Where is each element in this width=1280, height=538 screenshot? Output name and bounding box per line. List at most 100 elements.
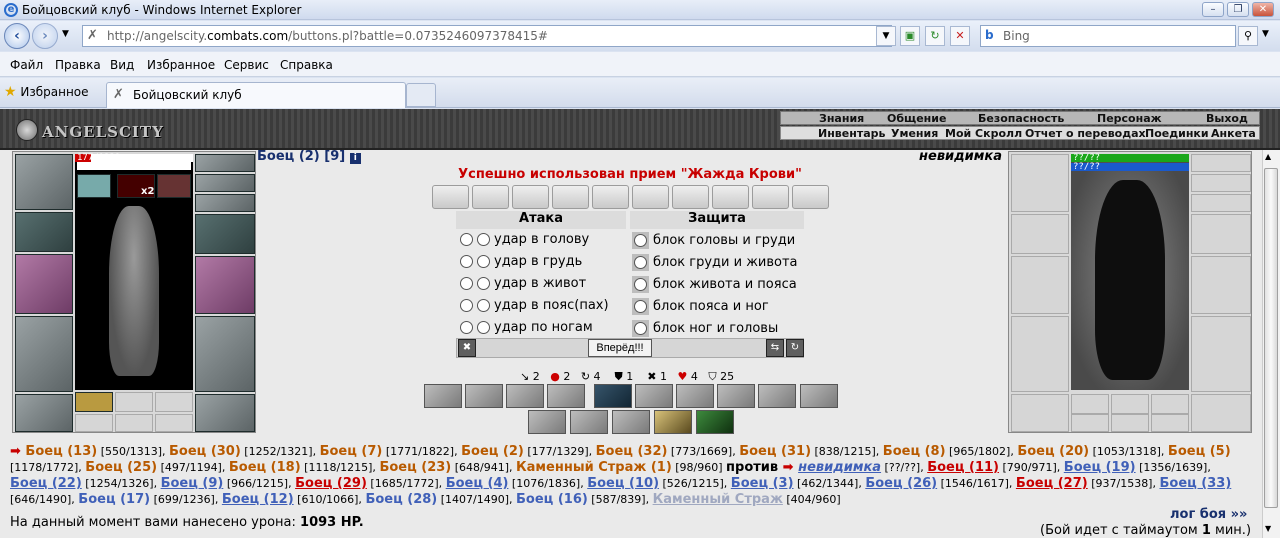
rune-slot-3[interactable] <box>155 414 193 432</box>
nav-transfers[interactable]: Отчет о переводах <box>1025 127 1146 140</box>
technique-11[interactable] <box>528 410 566 434</box>
offhand-slot[interactable] <box>195 256 255 314</box>
technique-14[interactable] <box>654 410 692 434</box>
bracers-slot[interactable] <box>15 212 73 252</box>
rune-slot-2[interactable] <box>115 414 153 432</box>
block-radio[interactable] <box>632 232 649 249</box>
technique-5[interactable] <box>594 384 632 408</box>
fighter-name-team1[interactable]: Боец (13) <box>25 444 97 459</box>
opp-shield-slot[interactable] <box>1191 256 1251 314</box>
fighter-name-team2[interactable]: Боец (28) <box>365 492 437 507</box>
tab-active[interactable]: ✗ Бойцовский клуб <box>106 82 406 108</box>
block-radio[interactable] <box>632 298 649 315</box>
opp-belt-slot[interactable] <box>1011 394 1069 432</box>
opp-rune-slot-3[interactable] <box>1151 414 1189 432</box>
refresh-icon[interactable]: ↻ <box>925 26 945 46</box>
opp-armor-slot[interactable] <box>1011 316 1069 392</box>
nav-inventory[interactable]: Инвентарь <box>818 127 885 140</box>
technique-2[interactable] <box>465 384 503 408</box>
scroll-slot-4[interactable] <box>552 185 589 209</box>
scroll-slot-10[interactable] <box>792 185 829 209</box>
nav-fights[interactable]: Поединки <box>1145 127 1209 140</box>
scroll-slot-9[interactable] <box>752 185 789 209</box>
ring-slot-3[interactable] <box>155 392 193 412</box>
forward-button-go[interactable]: Вперёд!!! <box>588 339 652 357</box>
fighter-name-opponent[interactable]: невидимка <box>798 460 881 475</box>
block-row-3[interactable]: блок живота и пояса <box>632 276 797 298</box>
scroll-slot-6[interactable] <box>632 185 669 209</box>
history-dropdown-icon[interactable]: ▼ <box>62 29 69 39</box>
attack-radio-b[interactable] <box>477 299 490 312</box>
new-tab-button[interactable] <box>406 83 436 107</box>
technique-8[interactable] <box>717 384 755 408</box>
attack-row-belly[interactable]: удар в живот <box>460 276 586 298</box>
buff-potion-icon[interactable] <box>157 174 191 198</box>
menu-favorites[interactable]: Избранное <box>147 58 215 72</box>
battle-log-link[interactable]: лог боя »» <box>1170 507 1247 522</box>
opp-rune-slot-1[interactable] <box>1071 414 1109 432</box>
menu-tools[interactable]: Сервис <box>224 58 269 72</box>
scroll-up-icon[interactable]: ▲ <box>1265 152 1271 161</box>
technique-6[interactable] <box>635 384 673 408</box>
attack-row-head[interactable]: удар в голову <box>460 232 589 254</box>
fighter-name-team2[interactable]: Боец (22) <box>10 476 82 491</box>
attack-radio-b[interactable] <box>477 255 490 268</box>
buff-cat-icon[interactable] <box>77 174 111 198</box>
attack-radio-a[interactable] <box>460 255 473 268</box>
fighter-name-team1[interactable]: Боец (7) <box>320 444 383 459</box>
refresh-battle-icon[interactable]: ↻ <box>786 339 804 357</box>
switch-opponent-icon[interactable]: ⇆ <box>766 339 784 357</box>
search-input[interactable]: b Bing <box>980 25 1236 47</box>
attack-radio-a[interactable] <box>460 233 473 246</box>
nav-character[interactable]: Персонаж <box>1097 112 1162 125</box>
scrollbar-thumb[interactable] <box>1264 168 1278 508</box>
block-row-1[interactable]: блок головы и груди <box>632 232 795 254</box>
menu-file[interactable]: Файл <box>10 58 43 72</box>
weapon-slot[interactable] <box>15 254 73 314</box>
favorites-button[interactable]: ★ Избранное <box>4 84 89 100</box>
fighter-name-target[interactable]: Боец (11) <box>927 460 999 475</box>
fighter-name-team2[interactable]: Боец (9) <box>161 476 224 491</box>
fighter-name-team1[interactable]: Боец (2) <box>461 444 524 459</box>
scroll-down-icon[interactable]: ▼ <box>1265 524 1271 533</box>
opp-ring-slot-1[interactable] <box>1071 394 1109 414</box>
close-button[interactable]: ✕ <box>1252 2 1274 17</box>
rings-row-slot[interactable] <box>195 194 255 212</box>
nav-exit[interactable]: Выход <box>1206 112 1248 125</box>
attack-radio-a[interactable] <box>460 277 473 290</box>
stop-icon[interactable]: ✕ <box>950 26 970 46</box>
opp-legs-slot[interactable] <box>1191 316 1251 392</box>
opp-boots-slot[interactable] <box>1191 394 1251 432</box>
nav-profile[interactable]: Анкета <box>1211 127 1256 140</box>
menu-help[interactable]: Справка <box>280 58 333 72</box>
nav-skills[interactable]: Умения <box>891 127 938 140</box>
technique-9[interactable] <box>758 384 796 408</box>
attack-radio-b[interactable] <box>477 277 490 290</box>
scroll-slot-3[interactable] <box>512 185 549 209</box>
boots-slot[interactable] <box>195 394 255 432</box>
fighter-name-team2[interactable]: Боец (17) <box>78 492 150 507</box>
earrings-slot[interactable] <box>195 154 255 172</box>
scroll-slot-8[interactable] <box>712 185 749 209</box>
opp-rune-slot-2[interactable] <box>1111 414 1149 432</box>
fighter-name-team1[interactable]: Боец (23) <box>379 460 451 475</box>
nav-chat[interactable]: Общение <box>887 112 946 125</box>
opp-earrings-slot[interactable] <box>1191 154 1251 172</box>
fighter-name-dead[interactable]: Каменный Страж <box>653 492 783 507</box>
fighter-name-team2[interactable]: Боец (19) <box>1064 460 1136 475</box>
legs-slot[interactable] <box>195 316 255 392</box>
gloves-slot[interactable] <box>195 214 255 254</box>
opp-weapon-slot[interactable] <box>1011 256 1069 314</box>
block-radio[interactable] <box>632 320 649 337</box>
technique-1[interactable] <box>424 384 462 408</box>
nav-security[interactable]: Безопасность <box>978 112 1064 125</box>
nav-knowledge[interactable]: Знания <box>819 112 864 125</box>
amulet-slot[interactable] <box>195 174 255 192</box>
fighter-name-team1[interactable]: Каменный Страж (1) <box>516 460 672 475</box>
attack-radio-a[interactable] <box>460 299 473 312</box>
fighter-name-team2[interactable]: Боец (26) <box>865 476 937 491</box>
address-dropdown-icon[interactable]: ▼ <box>876 26 896 46</box>
opp-rings-row-slot[interactable] <box>1191 194 1251 212</box>
fighter-name-team1[interactable]: Боец (30) <box>169 444 241 459</box>
technique-7[interactable] <box>676 384 714 408</box>
